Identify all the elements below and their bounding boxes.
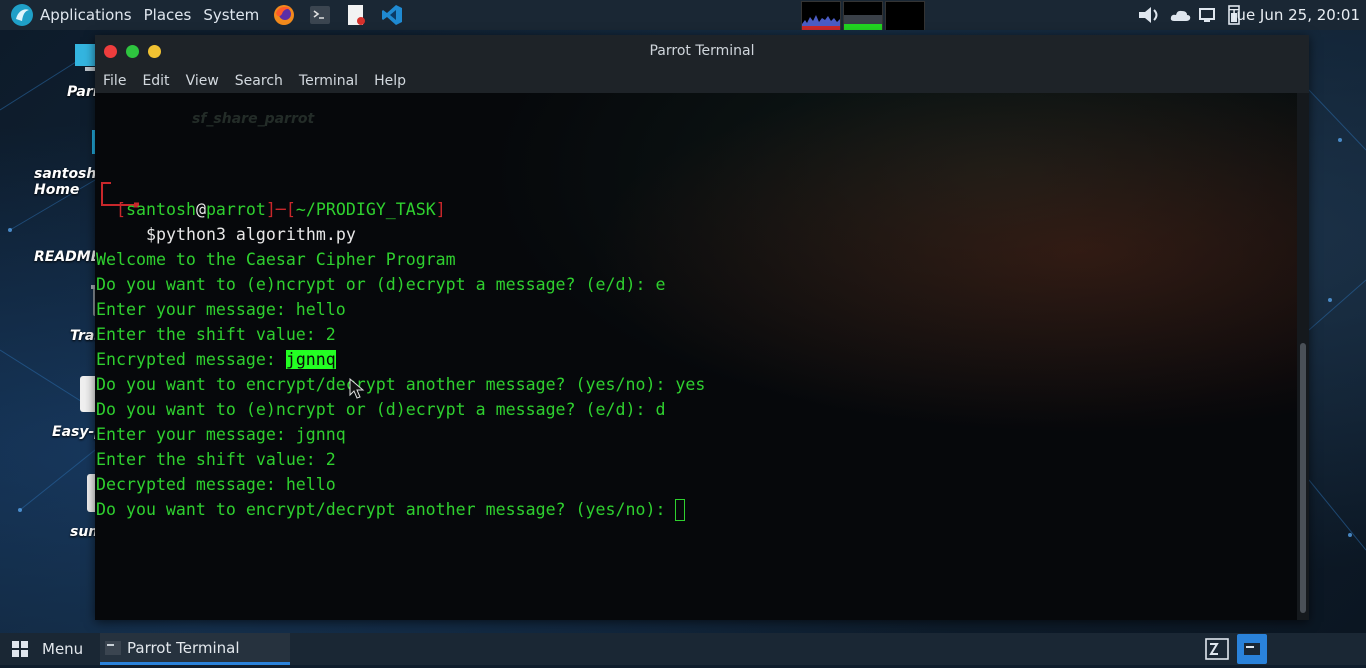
mouse-pointer-icon — [349, 378, 365, 399]
menu-search[interactable]: Search — [227, 73, 291, 89]
menu-help[interactable]: Help — [366, 73, 414, 89]
applications-label: Applications — [40, 6, 132, 24]
workspace-icon[interactable] — [1205, 638, 1229, 660]
output-line: Enter your message: jgnnq — [96, 425, 346, 444]
task-label: Parrot Terminal — [127, 638, 240, 657]
parrot-logo-icon — [11, 4, 33, 26]
window-title: Parrot Terminal — [649, 43, 755, 59]
command-text: python3 algorithm.py — [156, 225, 356, 244]
prompt-user: santosh — [126, 200, 196, 219]
firefox-icon[interactable] — [273, 4, 295, 26]
applications-menu[interactable]: Applications — [0, 0, 138, 30]
cloud-icon[interactable] — [1169, 4, 1193, 26]
window-icon — [1244, 643, 1260, 655]
menu-file[interactable]: File — [95, 73, 134, 89]
memory-graph — [843, 1, 883, 31]
desktop-icon-sf-share-label: sf_share_parrot — [192, 111, 315, 127]
system-label: System — [203, 6, 260, 24]
output-line: Do you want to encrypt/decrypt another m… — [96, 375, 706, 394]
prompt-line: [santosh@parrot]─[~/PRODIGY_TASK] — [116, 200, 446, 219]
text-editor-icon[interactable] — [345, 4, 367, 26]
window-titlebar[interactable]: Parrot Terminal — [95, 35, 1309, 68]
terminal-lines: [santosh@parrot]─[~/PRODIGY_TASK] $python… — [96, 172, 705, 572]
places-menu[interactable]: Places — [138, 0, 198, 30]
terminal-window: Parrot Terminal File Edit View Search Te… — [95, 35, 1309, 620]
menu-view[interactable]: View — [178, 73, 227, 89]
output-line: Enter the shift value: 2 — [96, 450, 336, 469]
encrypted-line: Encrypted message: jgnnq — [96, 347, 705, 372]
last-prompt-text: Do you want to encrypt/decrypt another m… — [96, 500, 676, 519]
network-graph — [885, 1, 925, 31]
vscode-icon[interactable] — [381, 4, 403, 26]
terminal-scrollbar[interactable] — [1297, 93, 1309, 620]
show-desktop-button[interactable] — [1237, 634, 1267, 664]
terminal-small-icon — [105, 640, 121, 655]
menu-grid-icon — [12, 641, 28, 657]
terminal-cursor — [675, 499, 686, 521]
encrypted-value-selection[interactable]: jgnnq — [285, 350, 336, 369]
output-line: Decrypted message: hello — [96, 475, 336, 494]
menubar: File Edit View Search Terminal Help — [95, 68, 1309, 93]
menu-edit[interactable]: Edit — [134, 73, 177, 89]
output-line: Enter the shift value: 2 — [96, 325, 336, 344]
menu-button[interactable]: Menu — [10, 633, 83, 665]
memory-graph-icon — [844, 15, 882, 30]
terminal-output[interactable]: sf_share_parrot [santosh@parrot]─[~/PROD… — [95, 93, 1297, 620]
menu-label: Menu — [42, 640, 84, 658]
encrypted-label: Encrypted message: — [96, 350, 286, 369]
cpu-graph — [801, 1, 841, 31]
clock[interactable]: Tue Jun 25, 20:01 — [1230, 0, 1360, 30]
volume-icon[interactable] — [1137, 4, 1167, 26]
output-line: Enter your message: hello — [96, 300, 346, 319]
last-prompt-line: Do you want to encrypt/decrypt another m… — [96, 497, 705, 522]
menu-terminal[interactable]: Terminal — [291, 73, 366, 89]
scrollbar-thumb[interactable] — [1300, 343, 1306, 613]
output-line: Welcome to the Caesar Cipher Program — [96, 250, 456, 269]
taskbar-item-terminal[interactable]: Parrot Terminal — [100, 633, 290, 665]
output-line: Do you want to (e)ncrypt or (d)ecrypt a … — [96, 275, 666, 294]
places-label: Places — [143, 6, 192, 24]
command-line: $python3 algorithm.py — [146, 225, 356, 244]
top-panel: Applications Places System Tue Jun 25, 2… — [0, 0, 1366, 31]
prompt-path: ~/PRODIGY_TASK — [295, 200, 436, 219]
terminal-launcher-icon[interactable] — [309, 4, 331, 26]
bottom-taskbar: Menu Parrot Terminal — [0, 633, 1366, 665]
prompt-host: parrot — [205, 200, 266, 219]
system-menu[interactable]: System — [197, 0, 265, 30]
display-icon[interactable] — [1197, 4, 1219, 26]
cpu-graph-icon — [802, 15, 840, 30]
output-line: Do you want to (e)ncrypt or (d)ecrypt a … — [96, 400, 666, 419]
